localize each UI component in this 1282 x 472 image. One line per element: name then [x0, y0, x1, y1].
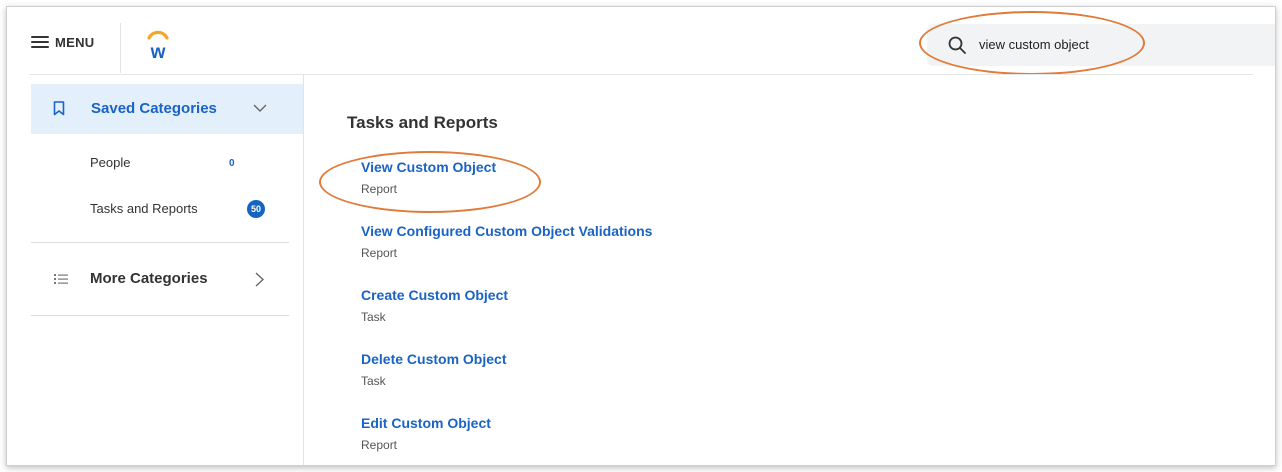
- result-type: Report: [361, 182, 398, 196]
- search-icon: [948, 36, 966, 54]
- section-title: Tasks and Reports: [347, 113, 498, 132]
- search-query-text: view custom object: [979, 37, 1089, 52]
- hamburger-icon: [31, 36, 49, 48]
- result-item: View Custom Object Report: [361, 158, 496, 196]
- result-type: Report: [361, 246, 398, 260]
- menu-button[interactable]: MENU: [31, 33, 94, 51]
- chevron-right-icon[interactable]: [255, 272, 264, 287]
- saved-categories-toggle[interactable]: Saved Categories: [31, 84, 303, 134]
- result-link[interactable]: Delete Custom Object: [361, 350, 506, 368]
- sidebar-divider: [31, 315, 289, 316]
- more-categories-button[interactable]: More Categories: [90, 270, 208, 287]
- sidebar-divider: [31, 242, 289, 243]
- chevron-down-icon: [253, 104, 267, 112]
- result-link[interactable]: View Configured Custom Object Validation…: [361, 222, 652, 240]
- result-type: Report: [361, 438, 398, 452]
- tasks-count-badge: 50: [247, 200, 265, 218]
- category-sidebar: Saved Categories People 0 Tasks and Repo…: [7, 75, 304, 465]
- search-input[interactable]: view custom object: [927, 24, 1275, 66]
- header-divider: [120, 23, 121, 73]
- list-icon: [54, 274, 68, 284]
- people-count-badge: 0: [229, 158, 235, 169]
- workday-logo-icon[interactable]: w: [141, 27, 175, 63]
- sidebar-item-tasks-and-reports[interactable]: Tasks and Reports: [90, 201, 198, 216]
- saved-categories-label: Saved Categories: [91, 100, 217, 117]
- result-link[interactable]: View Custom Object: [361, 158, 496, 176]
- top-bar: MENU w view custom object: [7, 7, 1275, 75]
- result-item: View Configured Custom Object Validation…: [361, 222, 652, 260]
- menu-label: MENU: [55, 34, 95, 50]
- result-item: Edit Custom Object Report: [361, 414, 491, 452]
- result-type: Task: [361, 310, 386, 324]
- result-link[interactable]: Create Custom Object: [361, 286, 508, 304]
- result-link[interactable]: Edit Custom Object: [361, 414, 491, 432]
- app-window: MENU w view custom object Saved Categori…: [6, 6, 1276, 466]
- result-item: Create Custom Object Task: [361, 286, 508, 324]
- result-item: Delete Custom Object Task: [361, 350, 506, 388]
- sidebar-item-people[interactable]: People: [90, 155, 130, 170]
- svg-text:w: w: [150, 42, 166, 61]
- result-type: Task: [361, 374, 386, 388]
- bookmark-icon: [53, 101, 65, 116]
